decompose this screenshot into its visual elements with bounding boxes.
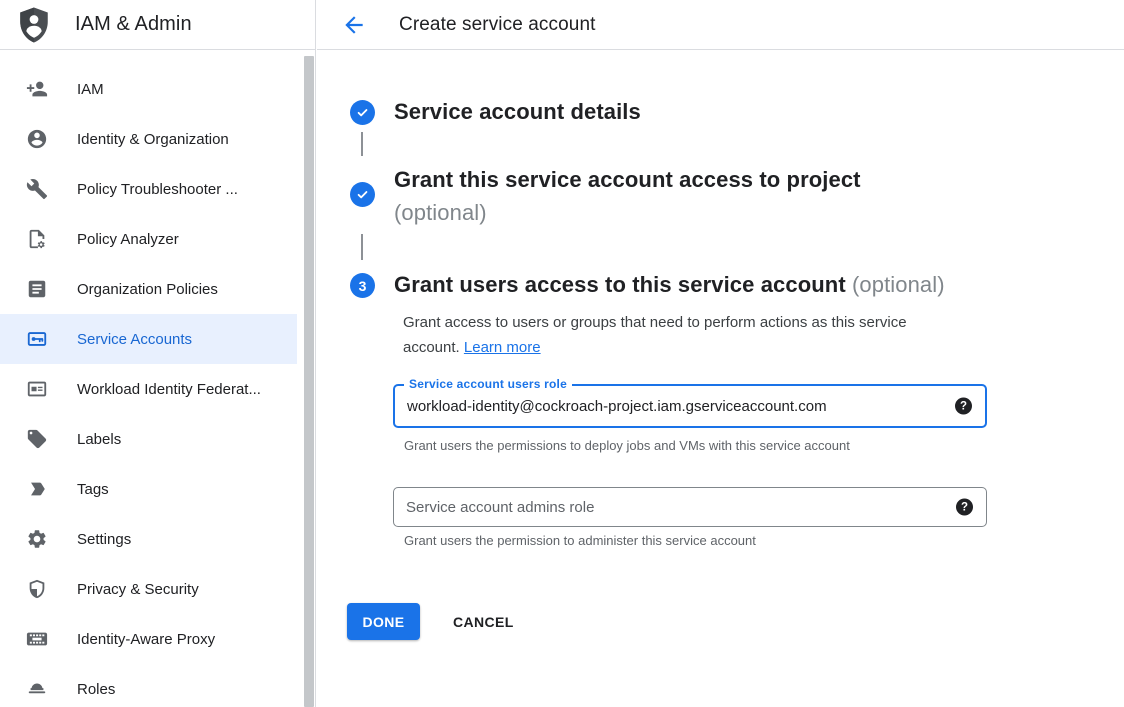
sidebar-item-labels[interactable]: Labels [0, 414, 297, 464]
step3-title-line: Grant users access to this service accou… [394, 272, 945, 298]
sidebar: IAM & Admin IAM Identity & Organization Po… [0, 0, 316, 707]
step3-description-line2: account. [403, 339, 460, 356]
sidebar-item-label: Policy Analyzer [77, 231, 179, 248]
article-icon [25, 277, 49, 301]
sidebar-nav: IAM Identity & Organization Policy Trouble… [0, 64, 297, 707]
step2-title: Grant this service account access to pro… [394, 163, 861, 196]
step3-number-badge: 3 [350, 273, 375, 298]
page-title: Create service account [399, 14, 596, 36]
arrow-back-icon [341, 12, 367, 38]
sidebar-item-label: Settings [77, 531, 131, 548]
back-button[interactable] [341, 12, 367, 38]
sidebar-item-workload-identity-federation[interactable]: Workload Identity Federat... [0, 364, 297, 414]
sidebar-item-policy-troubleshooter[interactable]: Policy Troubleshooter ... [0, 164, 297, 214]
users-role-helper-text: Grant users the permissions to deploy jo… [404, 438, 850, 453]
learn-more-link[interactable]: Learn more [464, 339, 541, 356]
sidebar-item-label: Identity-Aware Proxy [77, 631, 215, 648]
wrench-icon [25, 177, 49, 201]
account-circle-icon [25, 127, 49, 151]
membership-card-icon [25, 377, 49, 401]
sidebar-item-label: Tags [77, 481, 109, 498]
gear-icon [25, 527, 49, 551]
help-icon[interactable]: ? [955, 398, 972, 415]
step3-title: Grant users access to this service accou… [394, 272, 846, 297]
step1-title: Service account details [394, 99, 641, 125]
sidebar-item-label: Privacy & Security [77, 581, 199, 598]
sidebar-item-label: Roles [77, 681, 115, 698]
admins-role-helper-text: Grant users the permission to administer… [404, 533, 756, 548]
sidebar-item-label: Policy Troubleshooter ... [77, 181, 238, 198]
main-panel: Create service account Service account d… [317, 0, 1124, 707]
person-add-icon [25, 77, 49, 101]
help-icon[interactable]: ? [956, 499, 973, 516]
service-account-users-role-field[interactable]: Service account users role ? [393, 384, 987, 428]
sidebar-item-tags[interactable]: Tags [0, 464, 297, 514]
product-title: IAM & Admin [75, 13, 192, 36]
step2-optional-label: (optional) [394, 196, 861, 229]
step-connector [361, 132, 363, 156]
step2-completed-check-icon [350, 182, 375, 207]
tag-icon [25, 427, 49, 451]
sidebar-item-identity-aware-proxy[interactable]: Identity-Aware Proxy [0, 614, 297, 664]
step2-title-block: Grant this service account access to pro… [394, 163, 861, 229]
policy-analyzer-icon [25, 227, 49, 251]
sidebar-item-label: Workload Identity Federat... [77, 381, 261, 398]
page-header: Create service account [317, 0, 1124, 50]
step-connector [361, 234, 363, 260]
sidebar-item-service-accounts[interactable]: Service Accounts [0, 314, 297, 364]
sidebar-item-label: Organization Policies [77, 281, 218, 298]
sidebar-header: IAM & Admin [0, 0, 315, 50]
step1-completed-check-icon [350, 100, 375, 125]
hat-icon [25, 677, 49, 701]
cancel-button[interactable]: CANCEL [445, 603, 522, 640]
sidebar-item-identity-organization[interactable]: Identity & Organization [0, 114, 297, 164]
sidebar-item-label: IAM [77, 81, 104, 98]
admins-role-input[interactable] [394, 488, 936, 526]
sidebar-item-privacy-security[interactable]: Privacy & Security [0, 564, 297, 614]
sidebar-item-settings[interactable]: Settings [0, 514, 297, 564]
service-account-admins-role-field[interactable]: ? [393, 487, 987, 527]
iam-admin-console: IAM & Admin IAM Identity & Organization Po… [0, 0, 1124, 707]
step3-optional-label: (optional) [852, 272, 945, 297]
proxy-icon [25, 627, 49, 651]
sidebar-item-policy-analyzer[interactable]: Policy Analyzer [0, 214, 297, 264]
service-account-icon [25, 327, 49, 351]
step3-description: Grant access to users or groups that nee… [403, 310, 907, 360]
sidebar-item-label: Service Accounts [77, 331, 192, 348]
label-important-icon [25, 477, 49, 501]
sidebar-item-organization-policies[interactable]: Organization Policies [0, 264, 297, 314]
iam-admin-shield-icon [19, 6, 49, 44]
sidebar-scrollbar[interactable] [304, 56, 314, 707]
step3-description-line1: Grant access to users or groups that nee… [403, 310, 907, 335]
done-button[interactable]: DONE [347, 603, 420, 640]
sidebar-item-label: Labels [77, 431, 121, 448]
sidebar-item-label: Identity & Organization [77, 131, 229, 148]
sidebar-item-roles[interactable]: Roles [0, 664, 297, 707]
shield-half-icon [25, 577, 49, 601]
sidebar-item-iam[interactable]: IAM [0, 64, 297, 114]
users-role-input[interactable] [395, 386, 937, 426]
